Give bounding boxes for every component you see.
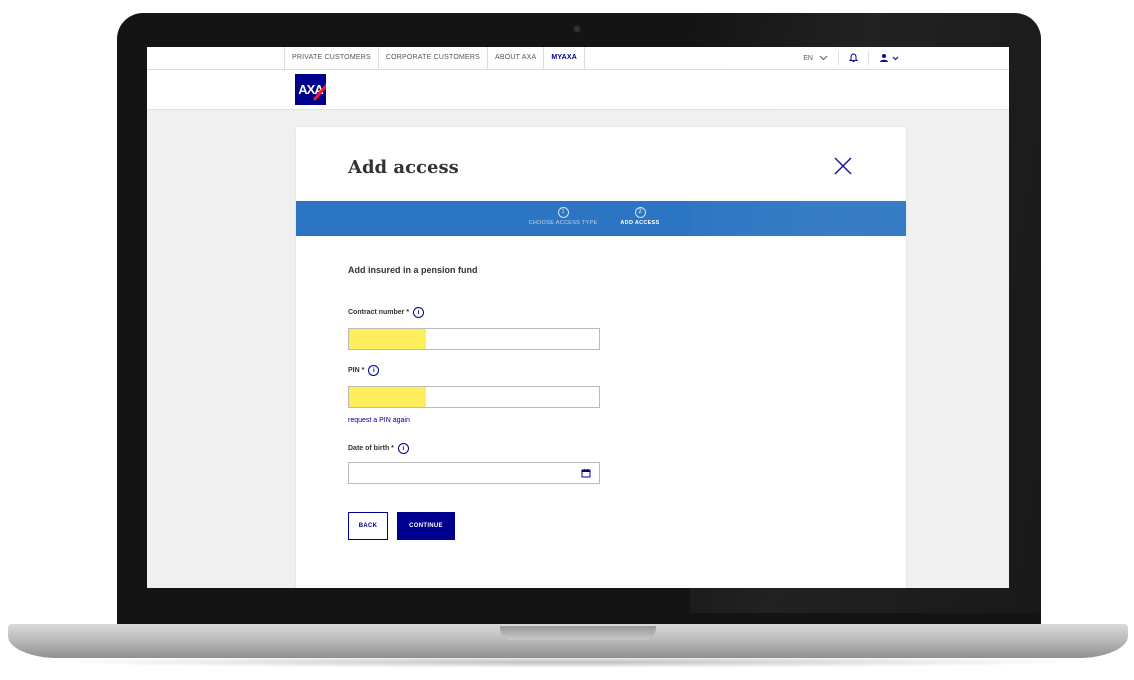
step-add-access: 2 ADD ACCESS xyxy=(614,207,666,226)
webcam xyxy=(573,25,581,33)
redaction-highlight xyxy=(349,387,426,407)
request-pin-link[interactable]: request a PIN again xyxy=(348,417,410,424)
contract-number-field[interactable] xyxy=(348,328,600,350)
add-access-dialog: Add access 1 CHOOSE ACCESS TYPE 2 ADD AC… xyxy=(296,127,906,588)
nav-tabs: PRIVATE CUSTOMERS CORPORATE CUSTOMERS AB… xyxy=(284,47,586,69)
date-of-birth-field[interactable] xyxy=(348,462,600,484)
user-icon xyxy=(880,54,888,62)
back-button[interactable]: BACK xyxy=(348,512,388,540)
logo-bar: AXA xyxy=(147,70,1009,110)
date-of-birth-label: Date of birth * i xyxy=(348,443,409,454)
language-selector[interactable]: EN xyxy=(803,51,839,65)
info-icon[interactable]: i xyxy=(368,365,380,376)
user-menu-button[interactable] xyxy=(869,53,899,63)
redaction-highlight xyxy=(349,329,426,349)
contract-number-label: Contract number * i xyxy=(348,307,425,318)
step-number: 2 xyxy=(634,207,646,218)
tab-myaxa[interactable]: MYAXA xyxy=(543,47,586,69)
form-subtitle: Add insured in a pension fund xyxy=(348,265,478,275)
top-right-controls: EN xyxy=(803,47,899,69)
step-label: CHOOSE ACCESS TYPE xyxy=(528,220,598,226)
tab-corporate-customers[interactable]: CORPORATE CUSTOMERS xyxy=(377,47,487,69)
laptop-screen: PRIVATE CUSTOMERS CORPORATE CUSTOMERS AB… xyxy=(147,47,1009,588)
tab-private-customers[interactable]: PRIVATE CUSTOMERS xyxy=(284,47,378,69)
progress-stepper: 1 CHOOSE ACCESS TYPE 2 ADD ACCESS xyxy=(296,201,906,236)
chevron-down-icon xyxy=(819,55,828,61)
notifications-button[interactable] xyxy=(839,51,869,65)
pin-field[interactable] xyxy=(348,386,600,408)
dialog-title: Add access xyxy=(348,157,459,178)
step-label: ADD ACCESS xyxy=(620,220,660,226)
top-navigation: PRIVATE CUSTOMERS CORPORATE CUSTOMERS AB… xyxy=(147,47,1009,70)
step-number: 1 xyxy=(557,207,569,218)
bell-icon xyxy=(849,53,858,62)
close-icon[interactable] xyxy=(832,155,854,177)
pin-label: PIN * i xyxy=(348,365,380,376)
info-icon[interactable]: i xyxy=(397,443,409,454)
info-icon[interactable]: i xyxy=(413,307,425,318)
tab-about-axa[interactable]: ABOUT AXA xyxy=(487,47,543,69)
continue-button[interactable]: CONTINUE xyxy=(397,512,455,540)
step-choose-access-type: 1 CHOOSE ACCESS TYPE xyxy=(523,207,603,226)
axa-logo[interactable]: AXA xyxy=(295,74,326,105)
pin-label-text: PIN * xyxy=(348,367,365,374)
contract-number-label-text: Contract number * xyxy=(348,309,410,316)
laptop-notch xyxy=(500,626,656,640)
chevron-down-icon xyxy=(892,56,899,60)
date-of-birth-label-text: Date of birth * xyxy=(348,445,394,452)
language-label: EN xyxy=(803,54,813,62)
calendar-icon[interactable] xyxy=(581,468,591,478)
